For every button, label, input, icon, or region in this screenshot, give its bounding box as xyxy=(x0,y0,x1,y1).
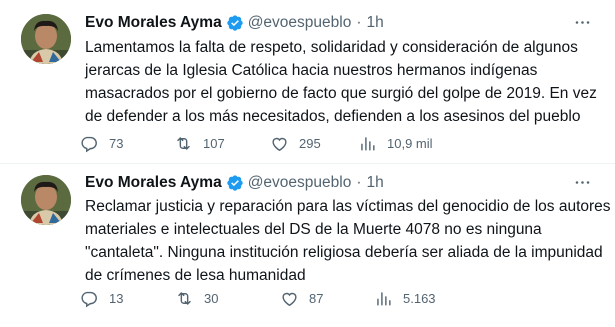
tweet-text-line: Reclamar justicia y reparación para las … xyxy=(85,198,611,215)
tweet-actions: 13 30 87 5.163 xyxy=(80,286,520,310)
tweet-text-line: "cantaleta". Ninguna institución religio… xyxy=(85,244,603,261)
author-handle[interactable]: @evoespueblo xyxy=(248,174,352,192)
tweet-text-line: materiales e intelectuales del DS de la … xyxy=(85,221,542,238)
separator-dot: · xyxy=(356,174,362,191)
like-button[interactable]: 295 xyxy=(270,131,321,155)
verified-icon xyxy=(226,174,244,192)
reply-count: 13 xyxy=(109,290,124,306)
tweet-header: Evo Morales Ayma @evoespueblo · 1h xyxy=(85,173,384,193)
views-button[interactable]: 5.163 xyxy=(374,286,436,310)
retweet-icon xyxy=(178,291,191,305)
like-icon xyxy=(282,292,297,306)
more-icon[interactable] xyxy=(571,172,593,192)
reply-icon xyxy=(81,291,97,307)
like-count: 295 xyxy=(299,135,321,151)
views-count: 5.163 xyxy=(403,290,436,306)
like-icon xyxy=(272,137,287,151)
retweet-icon xyxy=(177,136,190,150)
tweet[interactable]: Evo Morales Ayma @evoespueblo · 1h Recla… xyxy=(0,164,615,327)
tweet-text-line: masacrados por el gobierno de facto que … xyxy=(85,85,597,102)
retweet-count: 30 xyxy=(204,290,219,306)
reply-count: 73 xyxy=(109,135,124,151)
tweet-text: Lamentamos la falta de respeto, solidari… xyxy=(85,36,600,128)
reply-button[interactable]: 13 xyxy=(80,286,123,310)
like-button[interactable]: 87 xyxy=(280,286,323,310)
more-icon[interactable] xyxy=(571,12,593,32)
tweet-text: Reclamar justicia y reparación para las … xyxy=(85,195,611,287)
author-name[interactable]: Evo Morales Ayma xyxy=(85,14,222,32)
verified-icon xyxy=(226,14,244,32)
separator-dot: · xyxy=(356,14,362,31)
retweet-count: 107 xyxy=(203,135,225,151)
retweet-button[interactable]: 107 xyxy=(174,131,225,155)
avatar[interactable] xyxy=(21,175,71,225)
views-icon xyxy=(377,291,391,306)
like-count: 87 xyxy=(309,290,324,306)
views-count: 10,9 mil xyxy=(387,135,433,151)
tweet-header: Evo Morales Ayma @evoespueblo · 1h xyxy=(85,13,384,33)
tweet-text-line: de crímenes de lesa humanidad xyxy=(85,267,306,284)
timestamp[interactable]: 1h xyxy=(367,14,384,32)
tweet[interactable]: Evo Morales Ayma @evoespueblo · 1h Lamen… xyxy=(0,0,615,164)
tweet-text-line: jerarcas de la Iglesia Católica hacia nu… xyxy=(85,62,538,79)
retweet-button[interactable]: 30 xyxy=(175,286,218,310)
reply-icon xyxy=(81,136,97,152)
author-name[interactable]: Evo Morales Ayma xyxy=(85,174,222,192)
avatar[interactable] xyxy=(21,14,71,64)
views-button[interactable]: 10,9 mil xyxy=(358,131,433,155)
tweet-text-line: Lamentamos la falta de respeto, solidari… xyxy=(85,39,578,56)
views-icon xyxy=(361,136,375,151)
tweet-text-line: de defender a los más necesitados, defie… xyxy=(85,108,581,125)
author-handle[interactable]: @evoespueblo xyxy=(248,14,352,32)
reply-button[interactable]: 73 xyxy=(80,131,123,155)
timestamp[interactable]: 1h xyxy=(367,174,384,192)
tweet-actions: 73 107 295 10,9 mil xyxy=(80,131,520,155)
